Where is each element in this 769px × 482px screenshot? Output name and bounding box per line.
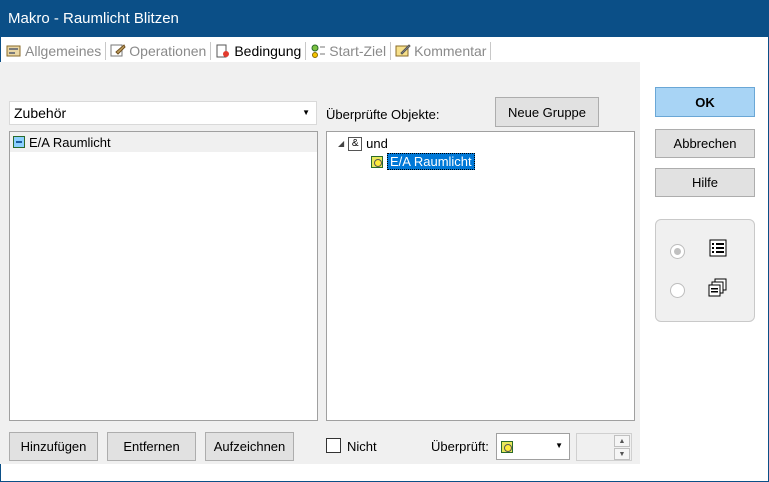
chevron-down-icon: ▼ [302, 108, 310, 117]
tab-allgemeines[interactable]: Allgemeines [4, 41, 103, 61]
spin-up-icon[interactable]: ▲ [614, 435, 630, 447]
properties-icon [6, 44, 22, 58]
tab-operationen[interactable]: Operationen [108, 41, 208, 61]
record-button-label: Aufzeichnen [213, 439, 286, 454]
tab-divider [305, 42, 307, 60]
tree-node-label: und [366, 136, 388, 151]
checked-state-label: Überprüft: [431, 439, 489, 454]
comment-icon [395, 44, 411, 58]
and-operator-icon: & [348, 136, 363, 151]
help-label: Hilfe [691, 175, 718, 190]
record-button[interactable]: Aufzeichnen [205, 432, 294, 461]
checked-state-dropdown[interactable]: ▼ [496, 433, 570, 460]
new-group-label: Neue Gruppe [507, 104, 587, 120]
list-item[interactable]: E/A Raumlicht [10, 132, 317, 152]
add-button-label: Hinzufügen [20, 439, 87, 454]
view-option-radio-copy[interactable] [670, 283, 685, 298]
tab-label: Kommentar [414, 43, 487, 59]
tree-node-child[interactable]: E/A Raumlicht [371, 153, 475, 170]
copy-view-icon [708, 278, 728, 301]
tab-divider [390, 42, 392, 60]
tab-divider [105, 42, 107, 60]
cancel-label: Abbrechen [673, 136, 737, 151]
category-value: Zubehör [14, 105, 67, 121]
add-button[interactable]: Hinzufügen [9, 432, 98, 461]
tab-bar: Allgemeines Operationen Bedingung Start-… [4, 40, 493, 62]
window-titlebar: Makro - Raumlicht Blitzen [0, 0, 769, 37]
io-icon [13, 136, 25, 148]
not-label: Nicht [347, 439, 377, 454]
cancel-button[interactable]: Abbrechen [655, 129, 755, 158]
ok-button[interactable]: OK [655, 87, 755, 117]
tab-label: Operationen [129, 43, 207, 59]
tab-bedingung[interactable]: Bedingung [213, 41, 303, 61]
tab-kommentar[interactable]: Kommentar [393, 41, 488, 61]
tree-node-label: E/A Raumlicht [387, 153, 475, 170]
list-item-label: E/A Raumlicht [29, 134, 111, 150]
tab-label: Allgemeines [25, 43, 102, 59]
view-option-radio-list[interactable] [670, 244, 685, 259]
checked-objects-tree[interactable]: ◢ & und E/A Raumlicht [326, 131, 635, 421]
io-icon [501, 441, 513, 453]
spin-down-icon[interactable]: ▼ [614, 448, 630, 460]
tab-divider [490, 42, 492, 60]
ok-label: OK [695, 94, 715, 110]
list-view-icon [709, 239, 727, 260]
collapse-triangle-icon[interactable]: ◢ [338, 139, 344, 148]
view-options-group [655, 219, 755, 322]
category-dropdown[interactable]: Zubehör ▼ [9, 101, 317, 125]
tab-divider [210, 42, 212, 60]
available-objects-list[interactable]: E/A Raumlicht [9, 131, 318, 421]
window-title: Makro - Raumlicht Blitzen [8, 10, 179, 27]
start-target-icon [310, 44, 326, 58]
not-checkbox[interactable] [326, 438, 341, 453]
remove-button[interactable]: Entfernen [107, 432, 196, 461]
io-icon [371, 155, 383, 168]
value-spinner[interactable]: ▲ ▼ [576, 433, 632, 461]
remove-button-label: Entfernen [123, 439, 180, 454]
help-button[interactable]: Hilfe [655, 168, 755, 197]
tree-node-root[interactable]: ◢ & und [338, 136, 388, 151]
chevron-down-icon: ▼ [555, 441, 563, 450]
tab-start-ziel[interactable]: Start-Ziel [308, 41, 388, 61]
new-group-button[interactable]: Neue Gruppe [495, 97, 599, 127]
condition-icon [215, 44, 231, 58]
operations-icon [110, 44, 126, 58]
tab-label: Bedingung [234, 43, 302, 59]
checked-objects-label: Überprüfte Objekte: [326, 107, 440, 122]
tab-label: Start-Ziel [329, 43, 387, 59]
